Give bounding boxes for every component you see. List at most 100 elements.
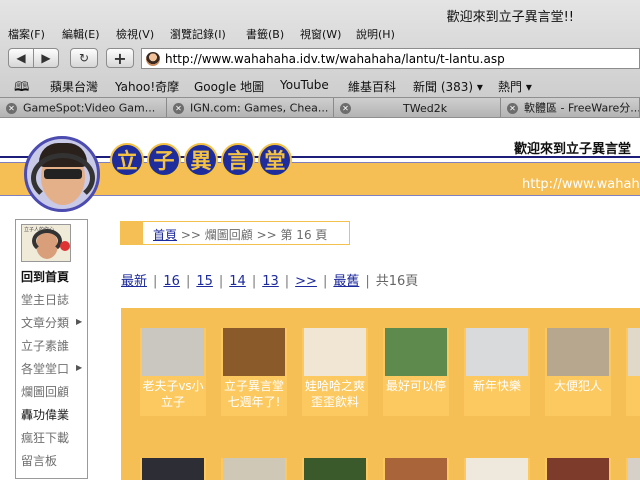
pagination: 最新 | 16 | 15 | 14 | 13 | >> | 最舊 | 共16頁 xyxy=(121,274,419,289)
menu-window[interactable]: 視窗(W) xyxy=(300,26,341,42)
bookmark-yahoo[interactable]: Yahoo!奇摩 xyxy=(115,78,179,95)
page-link-14[interactable]: 14 xyxy=(229,274,246,289)
sidebar-item-downloads[interactable]: 瘋狂下載 xyxy=(21,429,69,446)
add-bookmark-button[interactable]: + xyxy=(106,48,134,68)
gallery-thumbnail[interactable] xyxy=(223,328,285,376)
sidebar-item-achievements[interactable]: 轟功偉業 xyxy=(21,406,69,423)
tab-freeware[interactable]: ✕ 軟體區 - FreeWare分... xyxy=(501,98,640,117)
forward-arrow-icon: ▶ xyxy=(41,51,51,65)
sidebar-item-branches[interactable]: 各堂堂口 xyxy=(21,360,69,377)
back-button[interactable]: ◀ xyxy=(8,48,34,68)
sidebar-item-profile[interactable]: 立子素誰 xyxy=(21,337,69,354)
menu-history[interactable]: 瀏覽記錄(I) xyxy=(170,26,226,42)
close-tab-icon[interactable]: ✕ xyxy=(340,102,351,114)
gallery-grid: 老夫子vs小立子 立子異言堂七週年了! 娃哈哈之爽歪歪飲料 最好可以停 新年快樂 大便犯人… xyxy=(121,308,640,448)
address-bar[interactable]: http://www.wahahaha.idv.tw/wahahaha/lant… xyxy=(141,48,640,69)
gallery-item[interactable]: 老夫子vs小立子 xyxy=(140,328,206,416)
bookmark-news[interactable]: 新聞 (383) ▾ xyxy=(413,78,483,95)
close-tab-icon[interactable]: ✕ xyxy=(173,102,184,114)
sidebar-item-lantu[interactable]: 爛圖回顧 xyxy=(21,383,69,400)
gallery-thumbnail[interactable] xyxy=(304,328,366,376)
menu-view[interactable]: 檢視(V) xyxy=(116,26,154,42)
gallery-caption[interactable]: 娃哈哈之爽歪歪飲料 xyxy=(302,378,368,410)
sidebar-item-guestbook[interactable]: 留言板 xyxy=(21,452,57,469)
breadcrumb-trail: >> 爛圖回顧 >> 第 16 頁 xyxy=(177,228,328,242)
tab-ign[interactable]: ✕ IGN.com: Games, Chea... xyxy=(167,98,334,117)
gallery-thumbnail[interactable] xyxy=(547,458,609,480)
banner-rule xyxy=(0,195,640,196)
gallery-thumbnail[interactable] xyxy=(142,458,204,480)
gallery-caption[interactable]: 大便犯人 xyxy=(545,378,611,394)
close-tab-icon[interactable]: ✕ xyxy=(507,102,518,114)
sidebar-nav: 立子人的你心 回到首頁 堂主日誌 文章分類 ▶ 立子素誰 各堂堂口 ▶ 爛圖回顧… xyxy=(15,219,88,479)
page-link-oldest[interactable]: 最舊 xyxy=(333,274,359,289)
gallery-caption[interactable]: 什麼 xyxy=(626,378,640,394)
tab-twed2k[interactable]: ✕ TWed2k xyxy=(334,98,501,117)
gallery-item[interactable] xyxy=(383,458,449,480)
banner-url: http://www.wahahaha xyxy=(522,177,640,192)
gallery-item[interactable]: 大便犯人 xyxy=(545,328,611,416)
gallery-thumbnail[interactable] xyxy=(547,328,609,376)
gallery-thumbnail[interactable] xyxy=(466,328,528,376)
gallery-item[interactable]: 什麼 xyxy=(626,328,640,416)
page-link-13[interactable]: 13 xyxy=(262,274,279,289)
gallery-item[interactable] xyxy=(140,458,206,480)
site-title-char: 堂 xyxy=(258,143,292,177)
gallery-thumbnail[interactable] xyxy=(385,328,447,376)
forward-button[interactable]: ▶ xyxy=(33,48,59,68)
reload-button[interactable]: ↻ xyxy=(70,48,98,68)
site-banner: 立 子 異 言 堂 歡迎來到立子異言堂 http://www.wahahaha xyxy=(0,118,640,212)
menu-file[interactable]: 檔案(F) xyxy=(8,26,45,42)
gallery-thumbnail[interactable] xyxy=(142,328,204,376)
sidebar-item-articles[interactable]: 文章分類 xyxy=(21,314,69,331)
sidebar-avatar[interactable]: 立子人的你心 xyxy=(21,224,71,262)
page-total: 共16頁 xyxy=(375,274,419,289)
bookmark-youtube[interactable]: YouTube xyxy=(280,78,329,92)
gallery-item[interactable] xyxy=(302,458,368,480)
site-title-char: 言 xyxy=(221,143,255,177)
gallery-item[interactable]: 立子異言堂七週年了! xyxy=(221,328,287,416)
bookmark-apple-taiwan[interactable]: 蘋果台灣 xyxy=(50,78,98,95)
gallery-thumbnail[interactable] xyxy=(223,458,285,480)
bookmarks-bar: 🕮 蘋果台灣 Yahoo!奇摩 Google 地圖 YouTube 維基百科 新… xyxy=(0,76,640,95)
site-logo-avatar[interactable] xyxy=(24,136,100,212)
gallery-thumbnail[interactable] xyxy=(628,328,640,376)
gallery-caption[interactable]: 新年快樂 xyxy=(464,378,530,394)
gallery-thumbnail[interactable] xyxy=(385,458,447,480)
breadcrumb-home-link[interactable]: 首頁 xyxy=(153,228,177,242)
gallery-item[interactable]: 娃哈哈之爽歪歪飲料 xyxy=(302,328,368,416)
sidebar-item-diary[interactable]: 堂主日誌 xyxy=(21,291,69,308)
tab-strip: ✕ GameSpot:Video Gam... ✕ IGN.com: Games, … xyxy=(0,97,640,118)
page-link-newest[interactable]: 最新 xyxy=(121,274,147,289)
bookmark-google-maps[interactable]: Google 地圖 xyxy=(194,78,264,95)
gallery-caption[interactable]: 最好可以停 xyxy=(383,378,449,394)
menu-help[interactable]: 說明(H) xyxy=(356,26,395,42)
gallery-thumbnail[interactable] xyxy=(466,458,528,480)
gallery-item[interactable] xyxy=(626,458,640,480)
close-tab-icon[interactable]: ✕ xyxy=(6,102,17,114)
navigation-bar: ◀ ▶ ↻ + http://www.wahahaha.idv.tw/wahah… xyxy=(0,46,640,72)
menu-bookmarks[interactable]: 書籤(B) xyxy=(246,26,284,42)
menu-bar: 檔案(F) 編輯(E) 檢視(V) 瀏覽記錄(I) 書籤(B) 視窗(W) 說明… xyxy=(0,22,640,42)
gallery-caption[interactable]: 立子異言堂七週年了! xyxy=(221,378,287,410)
bookmark-popular[interactable]: 熱門 ▾ xyxy=(498,78,532,95)
page-link-15[interactable]: 15 xyxy=(196,274,213,289)
gallery-item[interactable] xyxy=(464,458,530,480)
gallery-item[interactable] xyxy=(221,458,287,480)
menu-edit[interactable]: 編輯(E) xyxy=(62,26,100,42)
site-title: 立 子 異 言 堂 xyxy=(110,143,295,183)
page-link-16[interactable]: 16 xyxy=(163,274,180,289)
gallery-item[interactable]: 最好可以停 xyxy=(383,328,449,416)
gallery-item[interactable] xyxy=(545,458,611,480)
site-favicon-icon xyxy=(146,51,160,66)
submenu-arrow-icon: ▶ xyxy=(76,363,83,372)
sidebar-item-home[interactable]: 回到首頁 xyxy=(21,268,69,285)
tab-gamespot[interactable]: ✕ GameSpot:Video Gam... xyxy=(0,98,167,117)
gallery-item[interactable]: 新年快樂 xyxy=(464,328,530,416)
gallery-thumbnail[interactable] xyxy=(628,458,640,480)
gallery-caption[interactable]: 老夫子vs小立子 xyxy=(140,378,206,410)
bookmark-wikipedia[interactable]: 維基百科 xyxy=(348,78,396,95)
page-link-next[interactable]: >> xyxy=(295,274,317,289)
gallery-thumbnail[interactable] xyxy=(304,458,366,480)
url-text[interactable]: http://www.wahahaha.idv.tw/wahahaha/lant… xyxy=(165,52,505,66)
